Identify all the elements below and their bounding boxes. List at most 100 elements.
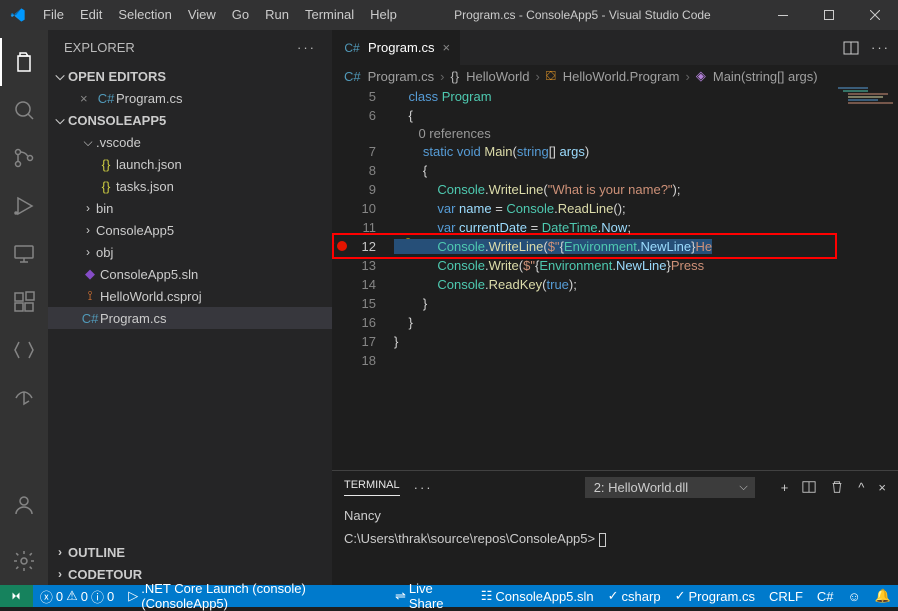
source-control-icon[interactable] — [0, 134, 48, 182]
more-icon[interactable]: ··· — [871, 40, 890, 56]
breadcrumb-item[interactable]: Main(string[] args) — [713, 69, 818, 84]
status-notifications-icon[interactable]: 🔔 — [868, 585, 898, 607]
folder-vscode[interactable]: ⌵.vscode — [48, 131, 332, 153]
file-tasks-json[interactable]: {}tasks.json — [48, 175, 332, 197]
terminal-cursor — [599, 533, 606, 547]
folder-bin[interactable]: ›bin — [48, 197, 332, 219]
open-editor-item[interactable]: × C# Program.cs — [48, 87, 332, 109]
csharp-file-icon: C# — [96, 91, 116, 106]
file-label: Program.cs — [100, 311, 166, 326]
liveshare-icon[interactable] — [0, 374, 48, 422]
minimize-button[interactable] — [760, 0, 806, 30]
file-label: tasks.json — [116, 179, 174, 194]
file-launch-json[interactable]: {}launch.json — [48, 153, 332, 175]
menu-selection[interactable]: Selection — [110, 0, 179, 30]
terminal-prompt: C:\Users\thrak\source\repos\ConsoleApp5> — [344, 531, 595, 546]
chevron-down-icon: ⌵ — [80, 135, 96, 150]
menu-go[interactable]: Go — [224, 0, 257, 30]
section-label: CONSOLEAPP5 — [68, 113, 166, 128]
maximize-button[interactable] — [806, 0, 852, 30]
account-icon[interactable] — [0, 481, 48, 529]
status-feedback-icon[interactable]: ☺ — [841, 585, 868, 607]
terminal-body[interactable]: Nancy C:\Users\thrak\source\repos\Consol… — [332, 504, 898, 585]
search-icon[interactable] — [0, 86, 48, 134]
terminal-tab[interactable]: TERMINAL — [344, 479, 400, 496]
close-panel-icon[interactable]: × — [878, 480, 886, 495]
menu-bar: File Edit Selection View Go Run Terminal… — [35, 0, 405, 30]
section-label: OPEN EDITORS — [68, 69, 166, 84]
breakpoint-icon[interactable] — [337, 241, 347, 251]
breadcrumb-item[interactable]: HelloWorld — [466, 69, 529, 84]
split-terminal-icon[interactable] — [802, 480, 816, 495]
status-file[interactable]: ✓Program.cs — [668, 585, 762, 607]
menu-terminal[interactable]: Terminal — [297, 0, 362, 30]
file-sln[interactable]: ◆ConsoleApp5.sln — [48, 263, 332, 285]
editor-area: C# Program.cs × ··· C#Program.cs › {}Hel… — [332, 30, 898, 585]
folder-consoleapp5[interactable]: ›ConsoleApp5 — [48, 219, 332, 241]
kill-terminal-icon[interactable] — [830, 480, 844, 495]
settings-gear-icon[interactable] — [0, 537, 48, 585]
more-icon[interactable]: ··· — [414, 480, 433, 495]
file-csproj[interactable]: ⟟HelloWorld.csproj — [48, 285, 332, 307]
class-icon: ⛋ — [546, 68, 556, 84]
status-language[interactable]: ✓csharp — [601, 585, 668, 607]
tab-label: Program.cs — [368, 40, 434, 55]
menu-edit[interactable]: Edit — [72, 0, 110, 30]
code-editor[interactable]: 💡 5 6 7 8 9 10 11 12 13 14 15 16 17 18 c… — [332, 87, 898, 470]
outline-section[interactable]: › OUTLINE — [48, 541, 332, 563]
status-launch-config[interactable]: ▷.NET Core Launch (console) (ConsoleApp5… — [121, 585, 388, 607]
explorer-icon[interactable] — [0, 38, 48, 86]
folder-label: .vscode — [96, 135, 141, 150]
close-icon[interactable]: × — [442, 40, 450, 55]
chevron-down-icon: ⌵ — [52, 69, 68, 84]
folder-obj[interactable]: ›obj — [48, 241, 332, 263]
method-icon: ◈ — [696, 68, 706, 84]
sidebar: EXPLORER ··· ⌵ OPEN EDITORS × C# Program… — [48, 30, 332, 585]
close-icon[interactable]: × — [80, 91, 96, 106]
json-file-icon: {} — [96, 157, 116, 172]
menu-run[interactable]: Run — [257, 0, 297, 30]
csproj-file-icon: ⟟ — [80, 288, 100, 304]
status-lang-mode[interactable]: C# — [810, 585, 841, 607]
more-icon[interactable]: ··· — [297, 40, 316, 55]
status-liveshare[interactable]: ⇌Live Share — [388, 585, 474, 607]
new-terminal-icon[interactable]: + — [781, 480, 789, 495]
remote-indicator[interactable] — [0, 585, 33, 607]
breadcrumb-item[interactable]: HelloWorld.Program — [563, 69, 680, 84]
breadcrumb-item[interactable]: Program.cs — [368, 69, 434, 84]
close-button[interactable] — [852, 0, 898, 30]
run-debug-icon[interactable] — [0, 182, 48, 230]
status-problems[interactable]: ⓧ0 ⚠0 ⓘ0 — [33, 585, 121, 607]
maximize-panel-icon[interactable]: ^ — [858, 480, 864, 495]
section-label: OUTLINE — [68, 545, 125, 560]
file-label: HelloWorld.csproj — [100, 289, 202, 304]
editor-tab[interactable]: C# Program.cs × — [332, 30, 460, 65]
breadcrumbs[interactable]: C#Program.cs › {}HelloWorld › ⛋HelloWorl… — [332, 65, 898, 87]
csharp-file-icon: C# — [80, 311, 100, 326]
csharp-file-icon: C# — [344, 69, 361, 84]
window-title: Program.cs - ConsoleApp5 - Visual Studio… — [405, 8, 760, 22]
chevron-down-icon: ⌵ — [739, 481, 747, 494]
codetour-icon[interactable] — [0, 326, 48, 374]
code-content[interactable]: class Program { 0 references static void… — [394, 87, 898, 470]
chevron-right-icon: › — [52, 567, 68, 581]
status-eol[interactable]: CRLF — [762, 585, 810, 607]
menu-view[interactable]: View — [180, 0, 224, 30]
menu-file[interactable]: File — [35, 0, 72, 30]
remote-explorer-icon[interactable] — [0, 230, 48, 278]
terminal-dropdown[interactable]: 2: HelloWorld.dll ⌵ — [585, 477, 755, 498]
codelens[interactable]: 0 references — [418, 126, 490, 141]
chevron-down-icon: ⌵ — [52, 113, 68, 128]
open-editors-section[interactable]: ⌵ OPEN EDITORS — [48, 65, 332, 87]
json-file-icon: {} — [96, 179, 116, 194]
split-editor-icon[interactable] — [843, 40, 859, 56]
terminal-panel: TERMINAL ··· 2: HelloWorld.dll ⌵ + ^ × N… — [332, 470, 898, 585]
extensions-icon[interactable] — [0, 278, 48, 326]
project-section[interactable]: ⌵ CONSOLEAPP5 — [48, 109, 332, 131]
folder-label: bin — [96, 201, 113, 216]
minimap[interactable] — [838, 87, 898, 127]
folder-label: obj — [96, 245, 113, 260]
menu-help[interactable]: Help — [362, 0, 405, 30]
status-solution[interactable]: ☷ConsoleApp5.sln — [474, 585, 601, 607]
file-program-cs[interactable]: C#Program.cs — [48, 307, 332, 329]
